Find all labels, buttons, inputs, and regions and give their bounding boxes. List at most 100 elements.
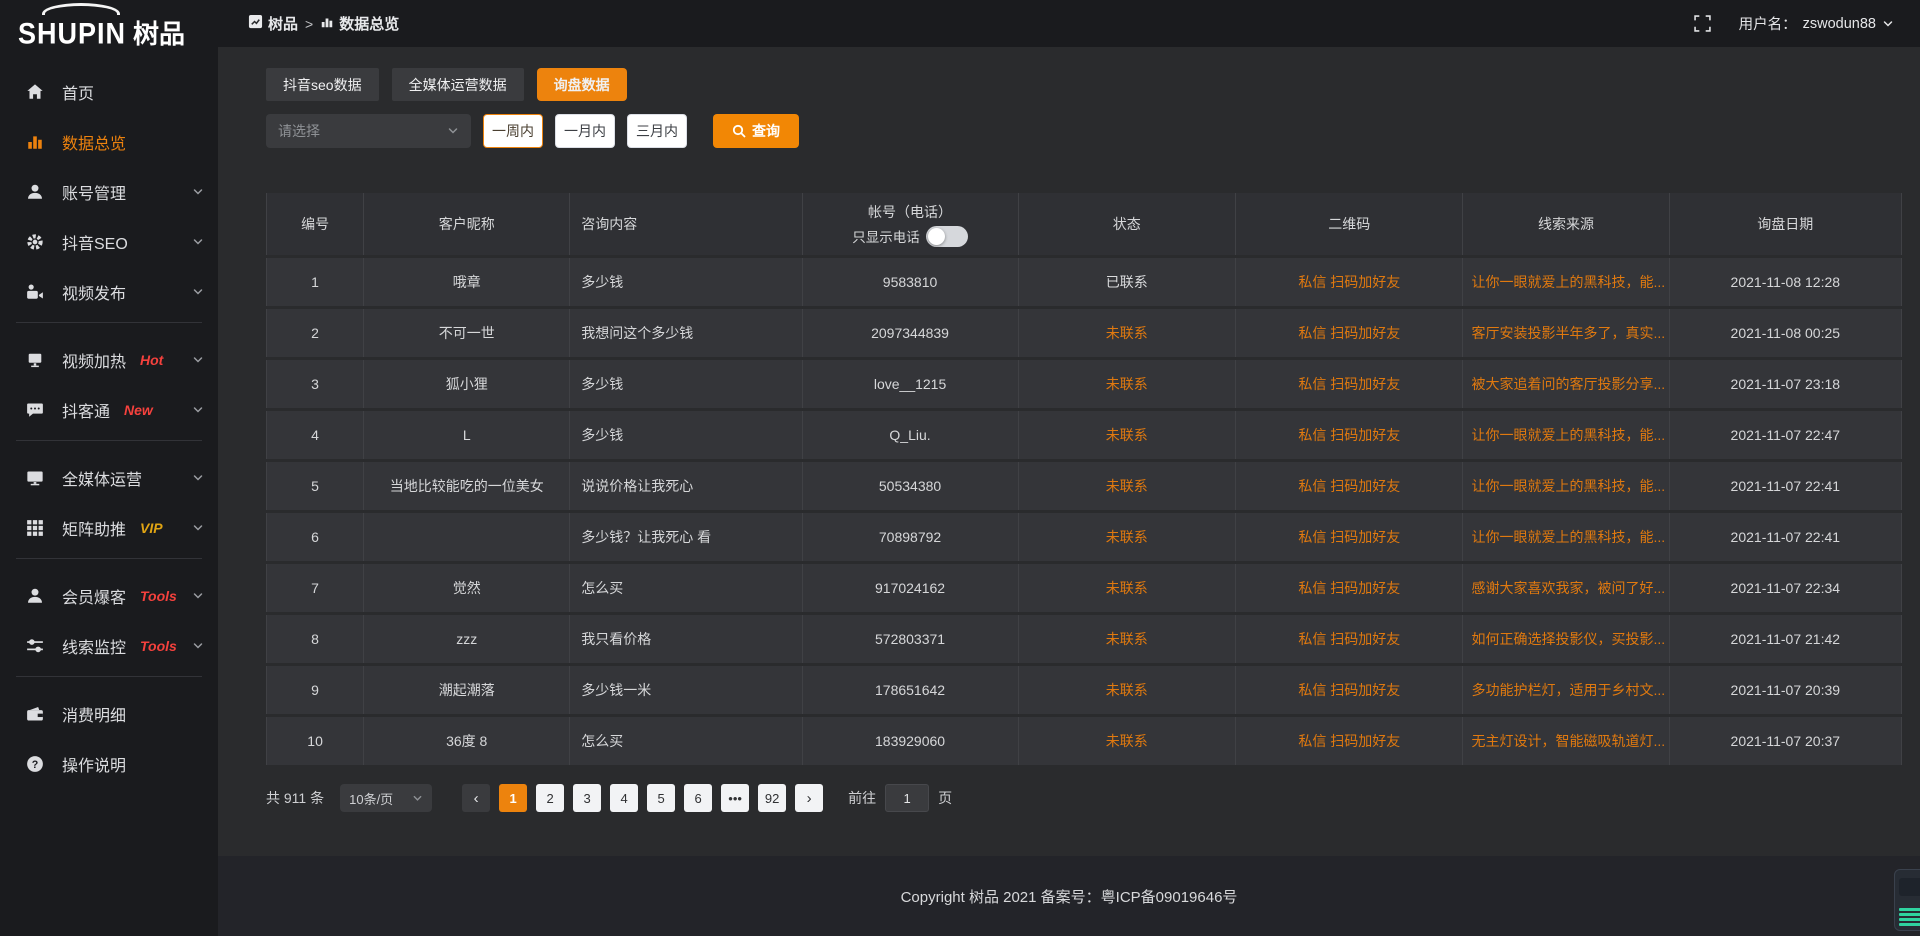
cell-content: 怎么买: [570, 717, 802, 765]
range-button-2[interactable]: 三月内: [627, 114, 687, 148]
cell-qr[interactable]: 私信 扫码加好友: [1236, 666, 1463, 714]
sidebar-item-1[interactable]: 数据总览: [0, 117, 218, 167]
app-logo[interactable]: SHUPIN 树品: [0, 0, 218, 51]
cell-content: 我想问这个多少钱: [570, 309, 802, 357]
page-button-6[interactable]: 6: [684, 784, 712, 812]
cell-source[interactable]: 被大家追着问的客厅投影分享...: [1463, 360, 1669, 408]
goto-page-input[interactable]: [885, 784, 929, 812]
page-button-2[interactable]: 2: [536, 784, 564, 812]
sidebar-item-2[interactable]: 账号管理: [0, 167, 218, 217]
chevron-down-icon: [192, 640, 204, 652]
tab-2[interactable]: 询盘数据: [537, 68, 627, 101]
sidebar-item-4[interactable]: 视频发布: [0, 267, 218, 317]
page-size-select[interactable]: 10条/页: [340, 784, 432, 812]
breadcrumb-app[interactable]: 树品: [248, 13, 298, 34]
content: 抖音seo数据全媒体运营数据询盘数据 请选择 一周内一月内三月内 查询 编号 客…: [218, 47, 1920, 856]
cell-date: 2021-11-07 20:39: [1670, 666, 1902, 714]
cell-qr[interactable]: 私信 扫码加好友: [1236, 462, 1463, 510]
cell-content: 说说价格让我死心: [570, 462, 802, 510]
floating-widget[interactable]: [1894, 869, 1920, 931]
cell-source[interactable]: 无主灯设计，智能磁吸轨道灯...: [1463, 717, 1669, 765]
range-button-0[interactable]: 一周内: [483, 114, 543, 148]
phone-only-toggle[interactable]: [926, 226, 968, 247]
filter-select[interactable]: 请选择: [266, 114, 471, 148]
sidebar-item-0[interactable]: 首页: [0, 67, 218, 117]
table-row: 9潮起潮落多少钱一米178651642未联系私信 扫码加好友多功能护栏灯，适用于…: [266, 666, 1902, 714]
next-page-button[interactable]: ›: [795, 784, 823, 812]
col-source: 线索来源: [1463, 193, 1669, 255]
cell-qr[interactable]: 私信 扫码加好友: [1236, 411, 1463, 459]
search-button[interactable]: 查询: [713, 114, 799, 148]
sidebar-item-10[interactable]: 线索监控Tools: [0, 621, 218, 671]
cell-content: 怎么买: [570, 564, 802, 612]
cell-account: love__1215: [803, 360, 1019, 408]
cell-source[interactable]: 如何正确选择投影仪，买投影...: [1463, 615, 1669, 663]
username: zswodun88: [1803, 16, 1876, 32]
table-row: 5当地比较能吃的一位美女说说价格让我死心50534380未联系私信 扫码加好友让…: [266, 462, 1902, 510]
cell-date: 2021-11-07 22:41: [1670, 462, 1902, 510]
sidebar-item-12[interactable]: ?操作说明: [0, 739, 218, 789]
cell-qr[interactable]: 私信 扫码加好友: [1236, 513, 1463, 561]
cell-account: 183929060: [803, 717, 1019, 765]
cell-qr[interactable]: 私信 扫码加好友: [1236, 615, 1463, 663]
page-ellipsis[interactable]: •••: [721, 784, 749, 812]
select-placeholder: 请选择: [278, 121, 320, 141]
breadcrumb-page[interactable]: 数据总览: [320, 13, 399, 34]
badge: Hot: [140, 352, 163, 368]
page-button-5[interactable]: 5: [647, 784, 675, 812]
cell-content: 我只看价格: [570, 615, 802, 663]
page-button-3[interactable]: 3: [573, 784, 601, 812]
fullscreen-icon[interactable]: [1694, 15, 1711, 32]
cell-qr[interactable]: 私信 扫码加好友: [1236, 360, 1463, 408]
cell-source[interactable]: 让你一眼就爱上的黑科技，能...: [1463, 258, 1669, 306]
cell-qr[interactable]: 私信 扫码加好友: [1236, 717, 1463, 765]
range-button-1[interactable]: 一月内: [555, 114, 615, 148]
cell-qr[interactable]: 私信 扫码加好友: [1236, 258, 1463, 306]
cell-source[interactable]: 让你一眼就爱上的黑科技，能...: [1463, 513, 1669, 561]
cell-nickname: 狐小狸: [364, 360, 570, 408]
chevron-down-icon: [192, 404, 204, 416]
table-row: 1哦章多少钱9583810已联系私信 扫码加好友让你一眼就爱上的黑科技，能...…: [266, 258, 1902, 306]
cell-source[interactable]: 客厅安装投影半年多了，真实...: [1463, 309, 1669, 357]
user-icon: [26, 183, 46, 201]
sidebar-item-5[interactable]: 视频加热Hot: [0, 335, 218, 385]
sidebar-item-7[interactable]: 全媒体运营: [0, 453, 218, 503]
cell-status: 未联系: [1019, 717, 1237, 765]
cell-nickname: 不可一世: [364, 309, 570, 357]
user-menu[interactable]: 用户名： zswodun88: [1739, 13, 1894, 34]
sidebar-item-6[interactable]: 抖客通New: [0, 385, 218, 435]
cell-source[interactable]: 让你一眼就爱上的黑科技，能...: [1463, 462, 1669, 510]
inquiry-table: 编号 客户昵称 咨询内容 帐号（电话） 只显示电话 状态 二维码: [266, 190, 1902, 768]
chevron-down-icon: [192, 354, 204, 366]
cell-source[interactable]: 感谢大家喜欢我家，被问了好...: [1463, 564, 1669, 612]
page-button-4[interactable]: 4: [610, 784, 638, 812]
cell-qr[interactable]: 私信 扫码加好友: [1236, 309, 1463, 357]
cell-status: 未联系: [1019, 666, 1237, 714]
page-footer: Copyright 树品 2021 备案号：粤ICP备09019646号: [218, 856, 1920, 936]
badge: VIP: [140, 520, 163, 536]
sidebar-item-8[interactable]: 矩阵助推VIP: [0, 503, 218, 553]
help-icon: ?: [26, 755, 46, 773]
cell-nickname: L: [364, 411, 570, 459]
cell-date: 2021-11-07 20:37: [1670, 717, 1902, 765]
col-id: 编号: [266, 193, 364, 255]
cell-content: 多少钱: [570, 360, 802, 408]
sidebar-item-3[interactable]: 抖音SEO: [0, 217, 218, 267]
table-row: 7觉然怎么买917024162未联系私信 扫码加好友感谢大家喜欢我家，被问了好.…: [266, 564, 1902, 612]
cell-content: 多少钱？让我死心 看: [570, 513, 802, 561]
cell-qr[interactable]: 私信 扫码加好友: [1236, 564, 1463, 612]
cell-status: 未联系: [1019, 411, 1237, 459]
search-icon: [732, 124, 746, 138]
prev-page-button[interactable]: ‹: [462, 784, 490, 812]
cell-source[interactable]: 多功能护栏灯，适用于乡村文...: [1463, 666, 1669, 714]
main-area: 抖音seo数据全媒体运营数据询盘数据 请选择 一周内一月内三月内 查询 编号 客…: [218, 47, 1920, 936]
sidebar-item-9[interactable]: 会员爆客Tools: [0, 571, 218, 621]
cell-account: 2097344839: [803, 309, 1019, 357]
page-button-1[interactable]: 1: [499, 784, 527, 812]
page-button-92[interactable]: 92: [758, 784, 786, 812]
cell-source[interactable]: 让你一眼就爱上的黑科技，能...: [1463, 411, 1669, 459]
tab-1[interactable]: 全媒体运营数据: [392, 68, 524, 101]
breadcrumb: 树品 > 数据总览: [248, 13, 399, 34]
sidebar-item-11[interactable]: 消费明细: [0, 689, 218, 739]
tab-0[interactable]: 抖音seo数据: [266, 68, 379, 101]
